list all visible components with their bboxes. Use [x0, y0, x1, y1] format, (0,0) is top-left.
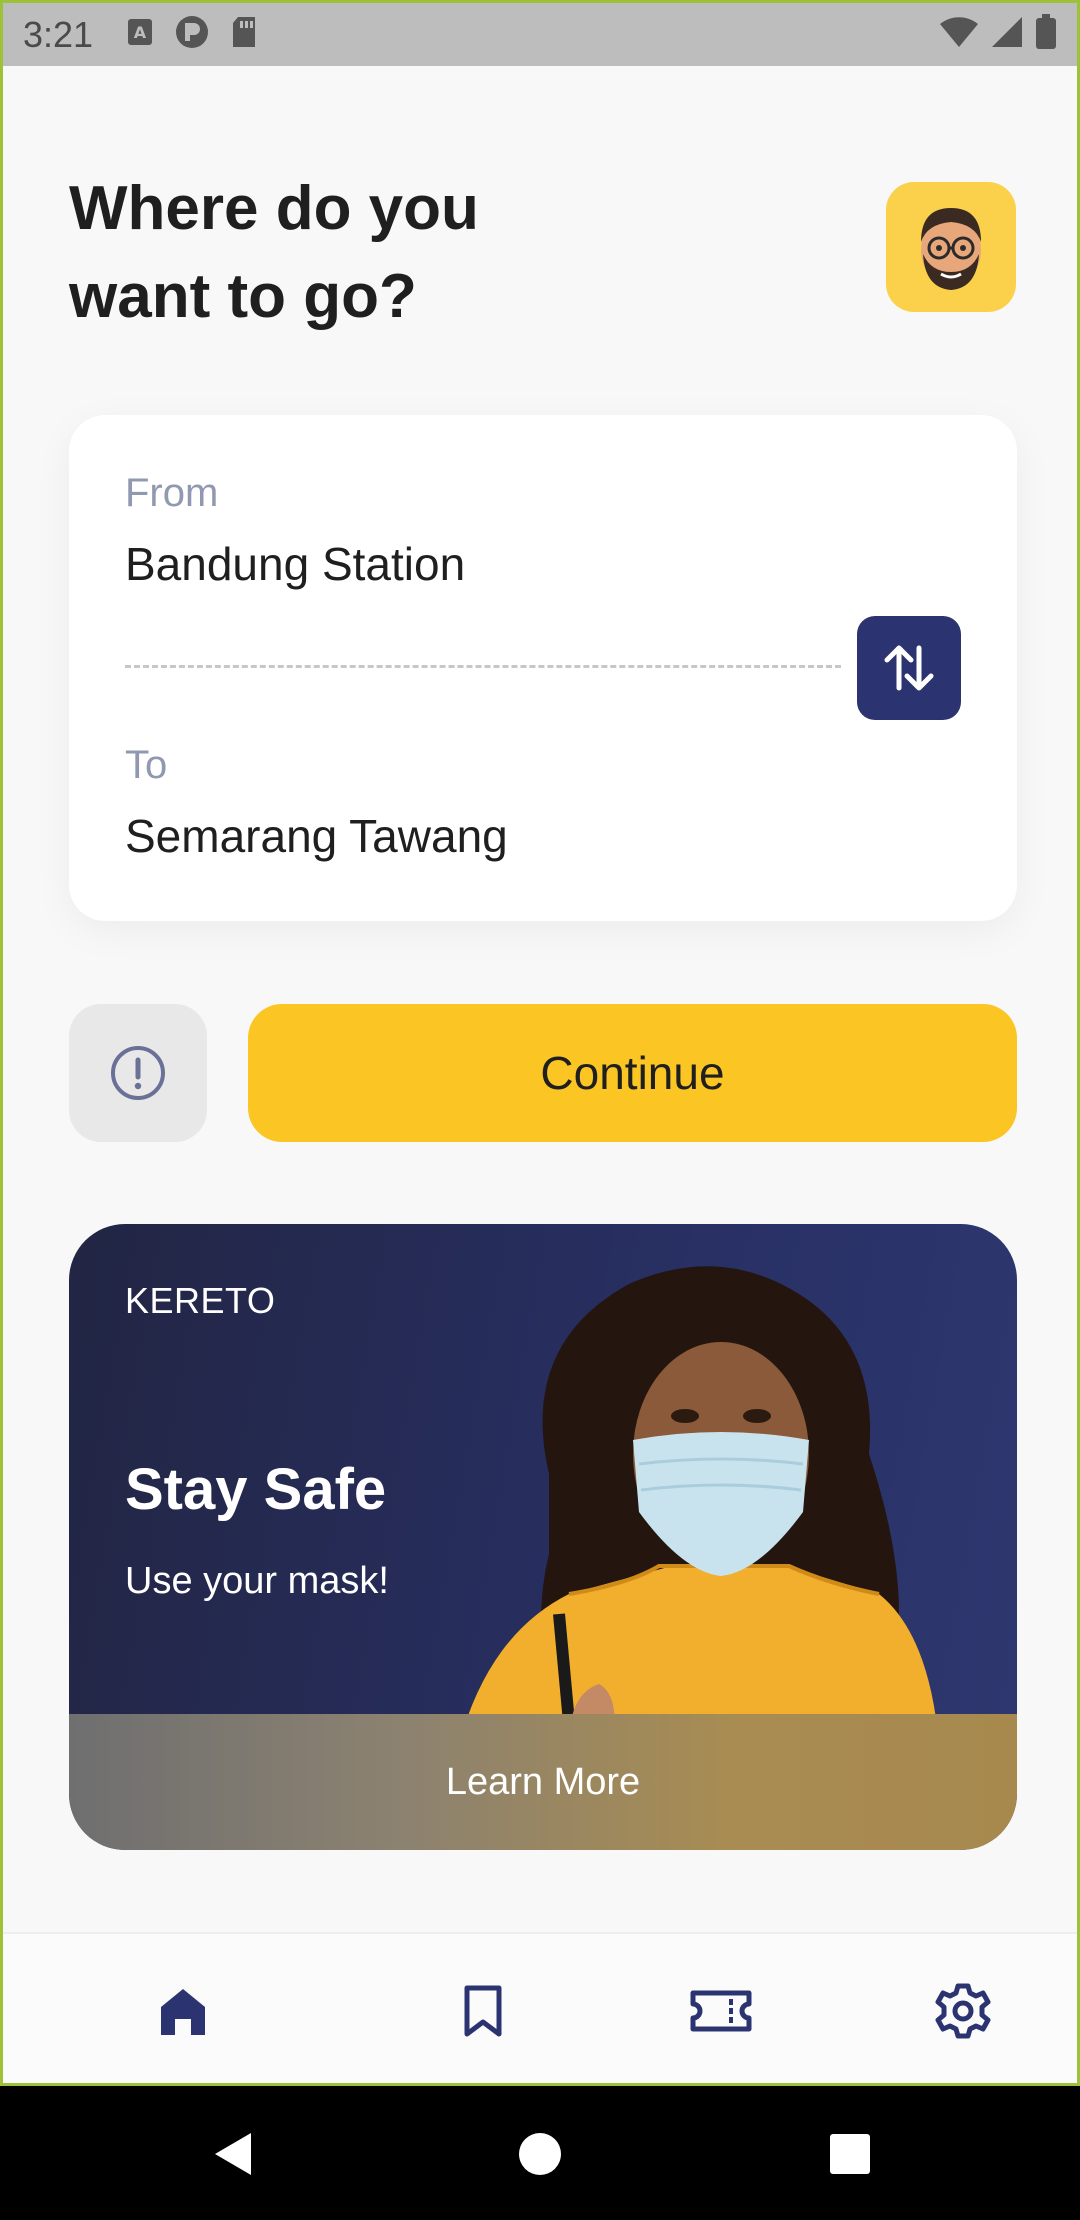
system-navigation-bar: [0, 2086, 1080, 2220]
home-icon: [161, 1989, 205, 2035]
promo-banner: KERETO Stay Safe Use your mask! Learn Mo…: [69, 1224, 1017, 1850]
status-time: 3:21: [23, 13, 94, 55]
svg-text:A: A: [134, 23, 147, 42]
nav-saved[interactable]: [448, 1976, 518, 2046]
to-label: To: [125, 743, 168, 787]
battery-icon: [1035, 14, 1057, 55]
info-button[interactable]: [69, 1004, 207, 1142]
info-circle-icon: [111, 1046, 165, 1100]
promo-brand: KERETO: [125, 1280, 276, 1321]
bookmark-icon: [464, 1985, 502, 2037]
signal-icon: [991, 16, 1023, 53]
status-icons-right: [939, 14, 1057, 55]
swap-vertical-arrows-icon: [884, 645, 934, 691]
gear-icon: [935, 1983, 991, 2039]
to-station-field[interactable]: Semarang Tawang: [125, 809, 508, 863]
profile-avatar-button[interactable]: [886, 182, 1016, 312]
recents-square-icon: [830, 2134, 870, 2174]
nav-tickets[interactable]: [686, 1976, 756, 2046]
promo-subtitle: Use your mask!: [125, 1560, 389, 1602]
system-recents-button[interactable]: [812, 2116, 888, 2192]
nav-settings[interactable]: [928, 1976, 998, 2046]
promo-title: Stay Safe: [125, 1457, 387, 1522]
nav-home[interactable]: [148, 1976, 218, 2046]
back-triangle-icon: [215, 2133, 251, 2175]
page-title: Where do you want to go?: [69, 174, 479, 331]
continue-button[interactable]: Continue: [248, 1004, 1017, 1142]
bottom-navigation: [3, 1932, 1077, 2083]
route-divider: [125, 665, 841, 668]
system-home-button[interactable]: [502, 2116, 578, 2192]
from-label: From: [125, 471, 219, 515]
swap-stations-button[interactable]: [857, 616, 961, 720]
sd-card-icon: [231, 16, 257, 53]
memoji-avatar-icon: [921, 208, 981, 290]
route-card: From Bandung Station To Semarang Tawang: [69, 415, 1017, 921]
from-station-field[interactable]: Bandung Station: [125, 537, 465, 591]
home-circle-icon: [519, 2133, 561, 2175]
system-back-button[interactable]: [196, 2116, 272, 2192]
masked-woman-image: [459, 1266, 939, 1744]
app-screen: 3:21 A Where do you want to go? From Ban…: [0, 0, 1080, 2086]
a-accessibility-icon: A: [127, 18, 153, 51]
status-bar: 3:21 A: [3, 0, 1077, 66]
p-record-icon: [175, 15, 209, 54]
wifi-icon: [939, 16, 979, 53]
status-icons-left: A: [127, 15, 257, 54]
ticket-icon: [690, 1990, 752, 2032]
learn-more-button[interactable]: Learn More: [69, 1714, 1017, 1850]
